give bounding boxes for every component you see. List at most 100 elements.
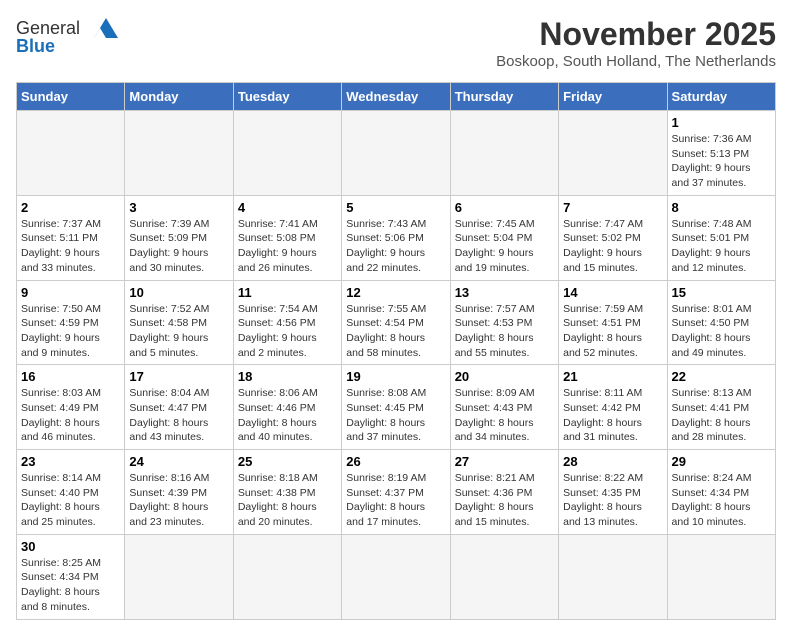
calendar-week-2: 2Sunrise: 7:37 AM Sunset: 5:11 PM Daylig… [17, 195, 776, 280]
calendar-cell: 16 Sunrise: 8:03 AM Sunset: 4:49 PM Dayli… [17, 365, 125, 450]
calendar-cell: 26 Sunrise: 8:19 AM Sunset: 4:37 PM Dayli… [342, 450, 450, 535]
day-number: 12 [346, 285, 445, 300]
calendar-cell: 27 Sunrise: 8:21 AM Sunset: 4:36 PM Dayli… [450, 450, 558, 535]
day-number: 3 [129, 200, 228, 215]
calendar-cell: 12Sunrise: 7:55 AM Sunset: 4:54 PM Dayli… [342, 280, 450, 365]
page-header: General Blue November 2025 Boskoop, Sout… [16, 16, 776, 70]
calendar-cell [450, 534, 558, 619]
day-number: 7 [563, 200, 662, 215]
day-number: 16 [21, 369, 120, 384]
day-info: Sunrise: 7:54 AM Sunset: 4:56 PM Dayligh… [238, 302, 337, 361]
calendar-cell [667, 534, 775, 619]
day-info: Sunrise: 8:19 AM Sunset: 4:37 PM Dayligh… [346, 471, 445, 530]
calendar-cell: 8 Sunrise: 7:48 AM Sunset: 5:01 PM Daylig… [667, 195, 775, 280]
day-number: 15 [672, 285, 771, 300]
day-info: Sunrise: 8:11 AM Sunset: 4:42 PM Dayligh… [563, 386, 662, 445]
day-number: 14 [563, 285, 662, 300]
calendar-cell [125, 534, 233, 619]
calendar-cell: 9Sunrise: 7:50 AM Sunset: 4:59 PM Daylig… [17, 280, 125, 365]
calendar-week-1: 1 Sunrise: 7:36 AM Sunset: 5:13 PM Daylig… [17, 111, 776, 196]
calendar-cell [17, 111, 125, 196]
day-info: Sunrise: 8:13 AM Sunset: 4:41 PM Dayligh… [672, 386, 771, 445]
calendar-cell: 22 Sunrise: 8:13 AM Sunset: 4:41 PM Dayli… [667, 365, 775, 450]
day-number: 1 [672, 115, 771, 130]
calendar-cell: 6 Sunrise: 7:45 AM Sunset: 5:04 PM Daylig… [450, 195, 558, 280]
calendar-cell: 15 Sunrise: 8:01 AM Sunset: 4:50 PM Dayli… [667, 280, 775, 365]
calendar-cell: 25Sunrise: 8:18 AM Sunset: 4:38 PM Dayli… [233, 450, 341, 535]
calendar-week-5: 23 Sunrise: 8:14 AM Sunset: 4:40 PM Dayli… [17, 450, 776, 535]
day-number: 29 [672, 454, 771, 469]
day-number: 17 [129, 369, 228, 384]
month-title: November 2025 [496, 16, 776, 53]
day-number: 22 [672, 369, 771, 384]
day-info: Sunrise: 8:21 AM Sunset: 4:36 PM Dayligh… [455, 471, 554, 530]
weekday-header-sunday: Sunday [17, 83, 125, 111]
day-info: Sunrise: 8:09 AM Sunset: 4:43 PM Dayligh… [455, 386, 554, 445]
day-info: Sunrise: 8:08 AM Sunset: 4:45 PM Dayligh… [346, 386, 445, 445]
day-info: Sunrise: 7:43 AM Sunset: 5:06 PM Dayligh… [346, 217, 445, 276]
weekday-header-monday: Monday [125, 83, 233, 111]
weekday-header-tuesday: Tuesday [233, 83, 341, 111]
day-info: Sunrise: 7:47 AM Sunset: 5:02 PM Dayligh… [563, 217, 662, 276]
logo-icon [84, 16, 120, 40]
calendar-cell: 17 Sunrise: 8:04 AM Sunset: 4:47 PM Dayli… [125, 365, 233, 450]
calendar-cell: 7 Sunrise: 7:47 AM Sunset: 5:02 PM Daylig… [559, 195, 667, 280]
calendar-cell [559, 111, 667, 196]
logo-blue-text: Blue [16, 36, 55, 57]
day-number: 28 [563, 454, 662, 469]
calendar-cell: 2Sunrise: 7:37 AM Sunset: 5:11 PM Daylig… [17, 195, 125, 280]
calendar-cell: 4 Sunrise: 7:41 AM Sunset: 5:08 PM Daylig… [233, 195, 341, 280]
calendar-cell [233, 534, 341, 619]
day-number: 9 [21, 285, 120, 300]
day-number: 6 [455, 200, 554, 215]
day-info: Sunrise: 8:06 AM Sunset: 4:46 PM Dayligh… [238, 386, 337, 445]
day-number: 11 [238, 285, 337, 300]
logo-area: General Blue [16, 16, 120, 57]
day-number: 23 [21, 454, 120, 469]
calendar-cell: 29 Sunrise: 8:24 AM Sunset: 4:34 PM Dayli… [667, 450, 775, 535]
day-number: 8 [672, 200, 771, 215]
calendar-cell: 13Sunrise: 7:57 AM Sunset: 4:53 PM Dayli… [450, 280, 558, 365]
calendar-cell: 11 Sunrise: 7:54 AM Sunset: 4:56 PM Dayli… [233, 280, 341, 365]
calendar-cell: 3 Sunrise: 7:39 AM Sunset: 5:09 PM Daylig… [125, 195, 233, 280]
day-info: Sunrise: 8:01 AM Sunset: 4:50 PM Dayligh… [672, 302, 771, 361]
day-info: Sunrise: 8:04 AM Sunset: 4:47 PM Dayligh… [129, 386, 228, 445]
day-info: Sunrise: 8:25 AM Sunset: 4:34 PM Dayligh… [21, 556, 120, 615]
calendar-week-3: 9Sunrise: 7:50 AM Sunset: 4:59 PM Daylig… [17, 280, 776, 365]
day-info: Sunrise: 7:39 AM Sunset: 5:09 PM Dayligh… [129, 217, 228, 276]
day-info: Sunrise: 8:24 AM Sunset: 4:34 PM Dayligh… [672, 471, 771, 530]
day-info: Sunrise: 7:45 AM Sunset: 5:04 PM Dayligh… [455, 217, 554, 276]
day-info: Sunrise: 7:59 AM Sunset: 4:51 PM Dayligh… [563, 302, 662, 361]
day-info: Sunrise: 8:18 AM Sunset: 4:38 PM Dayligh… [238, 471, 337, 530]
day-info: Sunrise: 7:57 AM Sunset: 4:53 PM Dayligh… [455, 302, 554, 361]
day-number: 27 [455, 454, 554, 469]
day-number: 18 [238, 369, 337, 384]
day-info: Sunrise: 7:41 AM Sunset: 5:08 PM Dayligh… [238, 217, 337, 276]
calendar-cell: 21Sunrise: 8:11 AM Sunset: 4:42 PM Dayli… [559, 365, 667, 450]
day-number: 2 [21, 200, 120, 215]
calendar-cell: 24 Sunrise: 8:16 AM Sunset: 4:39 PM Dayli… [125, 450, 233, 535]
day-info: Sunrise: 8:03 AM Sunset: 4:49 PM Dayligh… [21, 386, 120, 445]
calendar-week-6: 30Sunrise: 8:25 AM Sunset: 4:34 PM Dayli… [17, 534, 776, 619]
calendar-week-4: 16 Sunrise: 8:03 AM Sunset: 4:49 PM Dayli… [17, 365, 776, 450]
day-info: Sunrise: 7:36 AM Sunset: 5:13 PM Dayligh… [672, 132, 771, 191]
calendar-cell: 5Sunrise: 7:43 AM Sunset: 5:06 PM Daylig… [342, 195, 450, 280]
weekday-header-friday: Friday [559, 83, 667, 111]
day-number: 4 [238, 200, 337, 215]
day-number: 19 [346, 369, 445, 384]
location-subtitle: Boskoop, South Holland, The Netherlands [496, 53, 776, 70]
day-number: 26 [346, 454, 445, 469]
calendar-cell: 18 Sunrise: 8:06 AM Sunset: 4:46 PM Dayli… [233, 365, 341, 450]
title-area: November 2025 Boskoop, South Holland, Th… [496, 16, 776, 70]
day-number: 24 [129, 454, 228, 469]
calendar-cell: 1 Sunrise: 7:36 AM Sunset: 5:13 PM Daylig… [667, 111, 775, 196]
day-number: 10 [129, 285, 228, 300]
calendar-cell: 14 Sunrise: 7:59 AM Sunset: 4:51 PM Dayli… [559, 280, 667, 365]
day-info: Sunrise: 8:16 AM Sunset: 4:39 PM Dayligh… [129, 471, 228, 530]
day-info: Sunrise: 8:14 AM Sunset: 4:40 PM Dayligh… [21, 471, 120, 530]
day-info: Sunrise: 7:52 AM Sunset: 4:58 PM Dayligh… [129, 302, 228, 361]
calendar-cell [342, 111, 450, 196]
calendar-cell [559, 534, 667, 619]
day-info: Sunrise: 7:48 AM Sunset: 5:01 PM Dayligh… [672, 217, 771, 276]
weekday-header-wednesday: Wednesday [342, 83, 450, 111]
